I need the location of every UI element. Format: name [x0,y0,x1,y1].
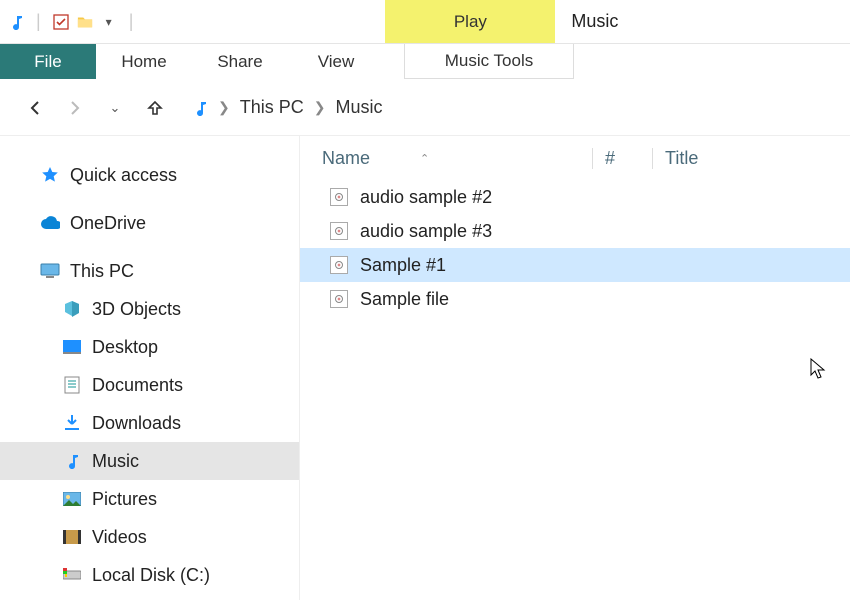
navigation-bar: ⌄ ❯ This PC ❯ Music [0,80,850,136]
sidebar-this-pc[interactable]: This PC [0,252,299,290]
back-button[interactable] [24,97,46,119]
file-row[interactable]: Sample #1 [300,248,850,282]
file-row[interactable]: Sample file [300,282,850,316]
pc-icon [40,261,60,281]
audio-file-icon [330,256,348,274]
title-bar: | ▾ | Play Music [0,0,850,44]
chevron-right-icon[interactable]: ❯ [314,99,326,116]
column-name[interactable]: Name ⌃ [322,148,592,169]
sidebar-item-label: Documents [92,375,183,396]
file-row[interactable]: audio sample #2 [300,180,850,214]
explorer-body: Quick access OneDrive This PC 3D Objects… [0,136,850,600]
quick-access-toolbar: | ▾ | [0,0,145,43]
tab-share[interactable]: Share [192,44,288,79]
sidebar-item-label: Local Disk (C:) [92,565,210,586]
tab-home[interactable]: Home [96,44,192,79]
breadcrumb-this-pc[interactable]: This PC [240,97,304,118]
sidebar-item-3d-objects[interactable]: 3D Objects [0,290,299,328]
sidebar-item-label: Desktop [92,337,158,358]
documents-icon [62,375,82,395]
sidebar-onedrive[interactable]: OneDrive [0,204,299,242]
cloud-icon [40,213,60,233]
audio-file-icon [330,222,348,240]
contextual-tab-play[interactable]: Play [385,0,555,43]
sidebar-item-label: Downloads [92,413,181,434]
sidebar-item-downloads[interactable]: Downloads [0,404,299,442]
disk-icon [62,565,82,585]
star-icon [40,165,60,185]
sidebar-item-desktop[interactable]: Desktop [0,328,299,366]
separator: | [36,11,41,32]
download-icon [62,413,82,433]
dropdown-icon[interactable]: ▾ [101,14,117,30]
music-icon [8,14,24,30]
sidebar-quick-access[interactable]: Quick access [0,156,299,194]
sidebar-item-label: This PC [70,261,134,282]
column-headers: Name ⌃ # Title [300,136,850,180]
sort-ascending-icon: ⌃ [420,152,429,165]
cube-icon [62,299,82,319]
file-name: Sample #1 [360,255,446,276]
navigation-pane: Quick access OneDrive This PC 3D Objects… [0,136,300,600]
music-icon [192,100,208,116]
videos-icon [62,527,82,547]
ribbon-tabs: File Home Share View Music Tools [0,44,850,80]
file-list: audio sample #2 audio sample #3 Sample #… [300,180,850,600]
separator: | [129,11,134,32]
sidebar-item-videos[interactable]: Videos [0,518,299,556]
chevron-right-icon[interactable]: ❯ [218,99,230,116]
properties-icon[interactable] [53,14,69,30]
sidebar-item-label: 3D Objects [92,299,181,320]
tab-file[interactable]: File [0,44,96,79]
address-bar[interactable]: ❯ This PC ❯ Music [184,93,840,122]
sidebar-item-label: Music [92,451,139,472]
column-number[interactable]: # [592,148,652,169]
audio-file-icon [330,188,348,206]
folder-icon[interactable] [77,14,93,30]
sidebar-item-documents[interactable]: Documents [0,366,299,404]
pictures-icon [62,489,82,509]
desktop-icon [62,337,82,357]
audio-file-icon [330,290,348,308]
recent-dropdown[interactable]: ⌄ [104,97,126,119]
file-name: Sample file [360,289,449,310]
sidebar-item-pictures[interactable]: Pictures [0,480,299,518]
breadcrumb-music[interactable]: Music [335,97,382,118]
play-label: Play [454,12,487,32]
sidebar-item-label: Quick access [70,165,177,186]
tab-view[interactable]: View [288,44,384,79]
file-name: audio sample #2 [360,187,492,208]
window-title: Music [555,0,634,43]
sidebar-item-label: Videos [92,527,147,548]
music-icon [62,451,82,471]
up-button[interactable] [144,97,166,119]
sidebar-item-label: OneDrive [70,213,146,234]
sidebar-item-label: Pictures [92,489,157,510]
forward-button[interactable] [64,97,86,119]
tab-music-tools[interactable]: Music Tools [404,44,574,79]
sidebar-item-music[interactable]: Music [0,442,299,480]
file-name: audio sample #3 [360,221,492,242]
sidebar-item-local-disk[interactable]: Local Disk (C:) [0,556,299,594]
content-pane: Name ⌃ # Title audio sample #2 audio sam… [300,136,850,600]
column-title[interactable]: Title [652,148,850,169]
file-row[interactable]: audio sample #3 [300,214,850,248]
